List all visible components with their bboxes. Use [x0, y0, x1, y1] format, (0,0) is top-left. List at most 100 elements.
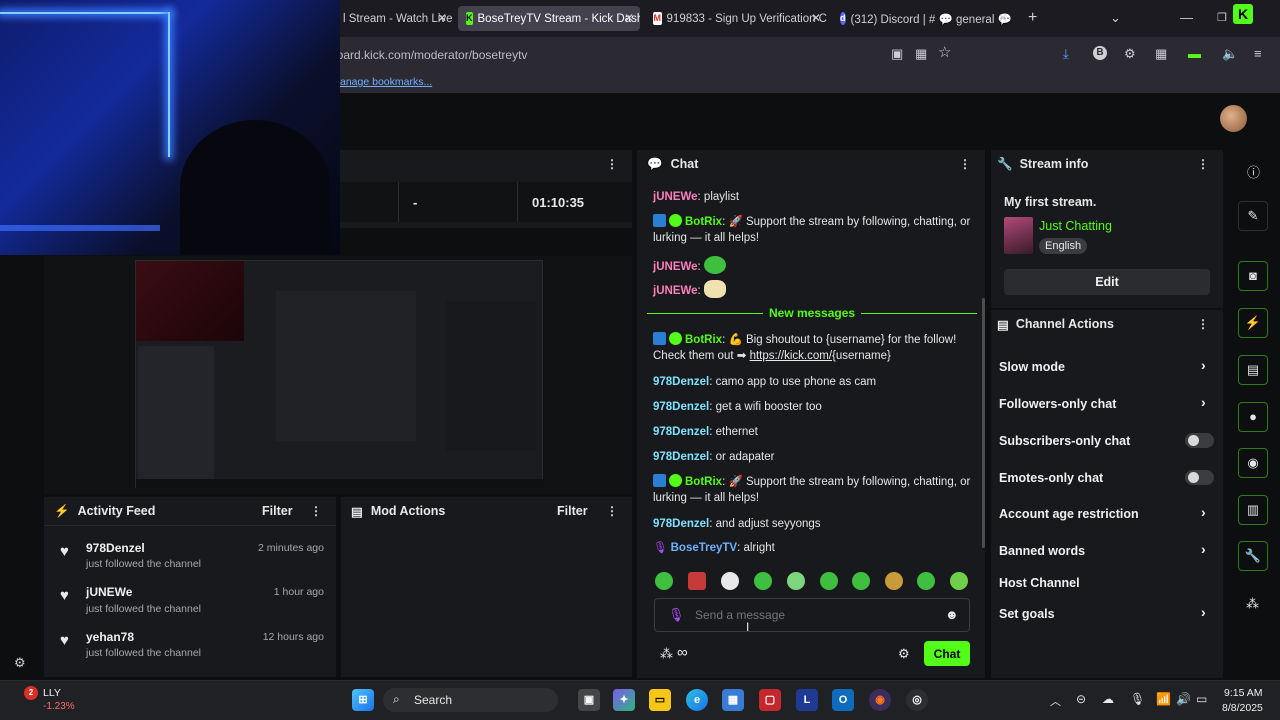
stream-preview-video[interactable] [135, 260, 544, 488]
chevron-right-icon[interactable]: › [1201, 357, 1206, 373]
outlook-icon[interactable]: O [832, 689, 854, 711]
kebab-menu-icon[interactable]: ⋮ [310, 504, 322, 518]
kebab-menu-icon[interactable]: ⋮ [1197, 317, 1209, 331]
minimize-icon[interactable]: — [1180, 11, 1193, 25]
settings-gear-icon[interactable]: ⚙ [14, 655, 26, 671]
emote-icon[interactable] [950, 572, 968, 590]
clock-date[interactable]: 8/8/2025 [1222, 702, 1263, 714]
download-icon[interactable]: ⤓ [1063, 47, 1069, 61]
windows-start-icon[interactable]: ⊞ [352, 689, 374, 711]
category-link[interactable]: Just Chatting [1039, 219, 1112, 233]
chat-username[interactable]: 978Denzel [653, 376, 709, 388]
emote-icon[interactable] [655, 572, 673, 590]
obs-icon[interactable]: ◎ [906, 689, 928, 711]
tray-icon[interactable]: ⊝ [1076, 692, 1086, 706]
avatar[interactable] [1220, 105, 1247, 132]
bookmark-star-icon[interactable]: ☆ [938, 45, 951, 60]
slow-mode-item[interactable]: Slow mode [999, 360, 1065, 374]
battery-icon[interactable]: ▭ [1196, 692, 1207, 706]
chat-username[interactable]: 978Denzel [653, 401, 709, 413]
chat-username[interactable]: 978Denzel [653, 426, 709, 438]
filter-button[interactable]: Filter [557, 504, 588, 518]
send-chat-button[interactable]: Chat [924, 641, 970, 666]
app-icon[interactable]: ▢ [759, 689, 781, 711]
kebab-menu-icon[interactable]: ⋮ [606, 157, 618, 171]
chat-username[interactable]: jUNEWe [653, 285, 698, 297]
copilot-icon[interactable]: ✦ [613, 689, 635, 711]
chat-scrollbar[interactable] [982, 298, 985, 548]
emotes-only-toggle[interactable] [1185, 470, 1214, 485]
restore-icon[interactable]: ❐ [1217, 11, 1227, 25]
document-icon[interactable]: ▤ [1238, 355, 1268, 385]
edit-stream-info-button[interactable]: Edit [1004, 269, 1210, 295]
chat-username[interactable]: 978Denzel [653, 518, 709, 530]
chat-username[interactable]: BotRix [685, 476, 722, 488]
points-icon[interactable]: ⁂ [660, 646, 673, 662]
filter-button[interactable]: Filter [262, 504, 293, 518]
chat-username[interactable]: 978Denzel [653, 451, 709, 463]
emote-icon[interactable] [820, 572, 838, 590]
chat-username[interactable]: jUNEWe [653, 261, 698, 273]
chat-icon[interactable]: ● [1238, 402, 1268, 432]
tab-watch-live[interactable]: l Stream - Watch Live ✕ [335, 6, 453, 31]
new-tab-icon[interactable]: + [1028, 10, 1037, 26]
chevron-right-icon[interactable]: › [1201, 394, 1206, 410]
activity-user[interactable]: yehan78 [86, 630, 134, 644]
chat-username[interactable]: BotRix [685, 216, 722, 228]
puzzle-icon[interactable]: ⚙ [1124, 47, 1136, 61]
chevron-right-icon[interactable]: › [1201, 604, 1206, 620]
manage-bookmarks-link[interactable]: anage bookmarks... [340, 76, 432, 88]
emote-icon[interactable] [787, 572, 805, 590]
clock-time[interactable]: 9:15 AM [1224, 687, 1263, 699]
cloud-icon[interactable]: ☁ [1102, 692, 1114, 706]
edge-icon[interactable]: e [686, 689, 708, 711]
camera-icon[interactable]: ◙ [1238, 261, 1268, 291]
info-icon[interactable]: ⓘ [1247, 162, 1260, 181]
file-explorer-icon[interactable]: ▭ [649, 689, 671, 711]
category-thumbnail[interactable] [1004, 217, 1033, 254]
emoji-icon[interactable]: ☻ [945, 607, 959, 622]
menu-icon[interactable]: ≡ [1254, 47, 1262, 61]
chevron-down-icon[interactable]: ⌄ [1110, 11, 1121, 25]
taskbar-search[interactable]: ⌕ Search [383, 688, 558, 712]
activity-user[interactable]: jUNEWe [86, 585, 132, 599]
chat-input-box[interactable]: 🎙 ☻ [654, 598, 970, 632]
profile-b-icon[interactable]: B [1093, 46, 1107, 60]
chat-username[interactable]: BotRix [685, 334, 722, 346]
emote-icon[interactable] [688, 572, 706, 590]
mute-icon[interactable]: 🔈 [1222, 47, 1238, 61]
emote-icon[interactable] [852, 572, 870, 590]
layout-icon[interactable]: ▥ [1238, 495, 1268, 525]
emote-icon[interactable] [917, 572, 935, 590]
wrench-icon[interactable]: 🔧 [1238, 541, 1268, 571]
banned-words-item[interactable]: Banned words [999, 544, 1085, 558]
microphone-icon[interactable]: 🎙 [1130, 692, 1145, 706]
followers-only-item[interactable]: Followers-only chat [999, 397, 1116, 411]
store-icon[interactable]: ▦ [722, 689, 744, 711]
extensions-grid-icon[interactable]: ▦ [915, 47, 927, 61]
pencil-icon[interactable]: ✎ [1238, 201, 1268, 231]
kebab-menu-icon[interactable]: ⋮ [959, 157, 971, 171]
activity-user[interactable]: 978Denzel [86, 541, 145, 555]
firefox-icon[interactable]: ◉ [869, 689, 891, 711]
chat-username[interactable]: BoseTreyTV [671, 542, 737, 554]
emote-icon[interactable] [754, 572, 772, 590]
stock-widget-icon[interactable]: 2 [24, 686, 38, 700]
chat-input[interactable] [695, 605, 935, 625]
chat-username[interactable]: jUNEWe [653, 191, 698, 203]
url-field[interactable]: board.kick.com/moderator/bosetreytv [330, 44, 960, 66]
set-goals-item[interactable]: Set goals [999, 607, 1055, 621]
close-icon[interactable]: ✕ [998, 11, 1008, 25]
apps-icon[interactable]: ▦ [1155, 47, 1167, 61]
emote-icon[interactable] [721, 572, 739, 590]
kick-extension-icon[interactable]: ▬ [1188, 47, 1201, 61]
broadcast-icon[interactable]: ◉ [1238, 448, 1268, 478]
chevron-right-icon[interactable]: › [1201, 504, 1206, 520]
account-age-item[interactable]: Account age restriction [999, 507, 1139, 521]
task-view-icon[interactable]: ▣ [578, 689, 600, 711]
kebab-menu-icon[interactable]: ⋮ [606, 504, 618, 518]
volume-icon[interactable]: 🔊 [1176, 692, 1191, 706]
close-icon[interactable]: ✕ [624, 11, 634, 25]
chat-settings-gear-icon[interactable]: ⚙ [898, 646, 910, 662]
chevron-right-icon[interactable]: › [1201, 541, 1206, 557]
